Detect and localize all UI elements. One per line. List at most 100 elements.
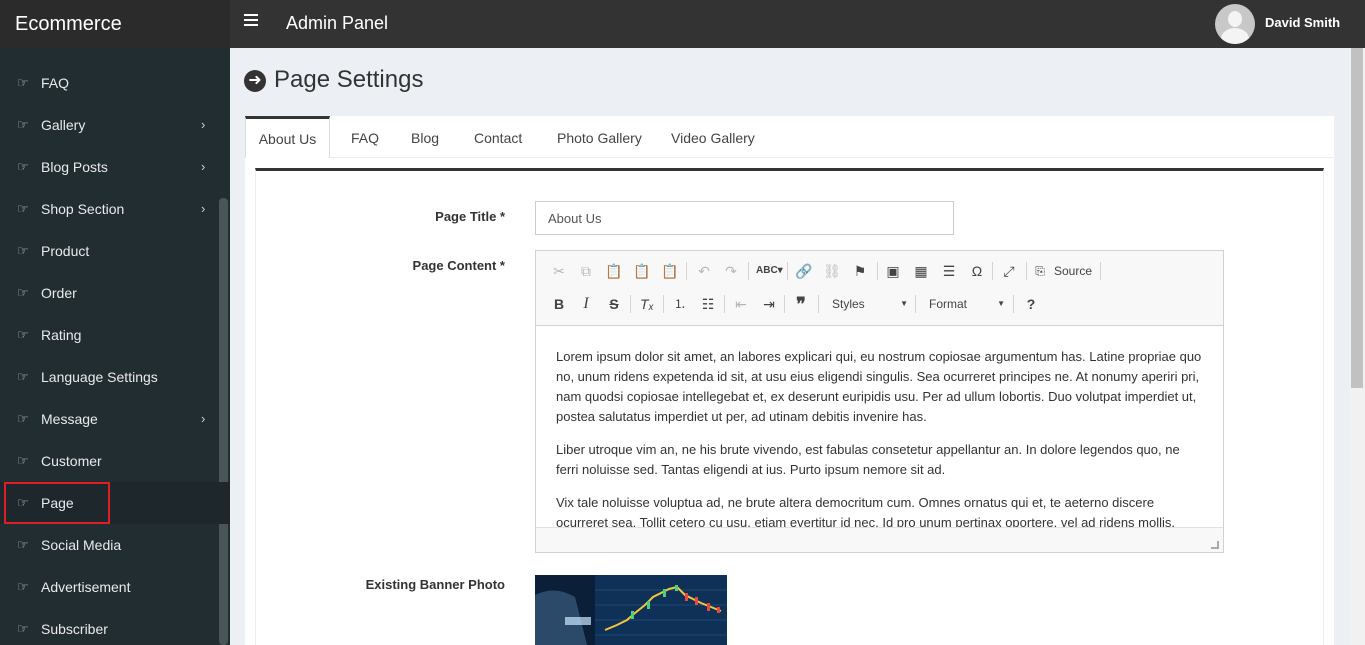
sidebar-item-rating[interactable]: ☞ Rating [0,314,230,356]
paste-text-icon[interactable]: 📋 [632,261,652,281]
sidebar-item-subscriber[interactable]: ☞ Subscriber [0,608,230,645]
paste-word-icon[interactable]: 📋 [660,261,680,281]
sidebar-item-label: Gallery [41,117,86,133]
sidebar-item-social-media[interactable]: ☞ Social Media [0,524,230,566]
sidebar-item-customer[interactable]: ☞ Customer [0,440,230,482]
sidebar-item-blog-posts[interactable]: ☞ Blog Posts › [0,146,230,188]
numbered-list-icon[interactable]: ⒈ [670,294,690,314]
editor-toolbar: ✂ ⧉ 📋 📋 📋 ↶ ↷ ABC▾ 🔗 ⛓ ⚑ ▣ ▦ ☰ Ω ⤢ ⎘ Sou… [536,251,1223,326]
styles-dropdown[interactable]: Styles ▼ [832,294,908,314]
sidebar-item-label: Rating [41,327,82,343]
italic-icon[interactable]: I [576,294,596,314]
strikethrough-icon[interactable]: S [604,294,624,314]
spellcheck-icon[interactable]: ABC▾ [756,261,783,281]
chevron-right-icon: › [201,117,206,132]
page-title-input[interactable] [535,201,954,235]
special-char-icon[interactable]: Ω [967,261,987,281]
chevron-down-icon: ▼ [997,299,1005,308]
sidebar-item-faq[interactable]: ☞ FAQ [0,62,230,104]
indent-icon[interactable]: ⇥ [759,294,779,314]
link-icon[interactable]: 🔗 [794,261,814,281]
hand-pointer-icon: ☞ [17,159,29,174]
image-icon[interactable]: ▣ [883,261,903,281]
main-scrollbar-thumb[interactable] [1351,48,1363,388]
user-avatar[interactable] [1215,4,1255,44]
horizontal-line-icon[interactable]: ☰ [939,261,959,281]
hand-pointer-icon: ☞ [17,327,29,342]
header-title: Admin Panel [286,13,389,33]
sidebar-item-language-settings[interactable]: ☞ Language Settings [0,356,230,398]
menu-toggle-icon[interactable] [244,14,258,26]
chevron-right-icon: › [201,201,206,216]
hand-pointer-icon: ☞ [17,117,29,132]
hand-pointer-icon: ☞ [17,285,29,300]
bulleted-list-icon[interactable]: ☷ [698,294,718,314]
resize-handle-icon[interactable] [1211,541,1219,549]
cut-icon[interactable]: ✂ [549,261,569,281]
banner-photo-label: Existing Banner Photo [365,577,505,592]
remove-format-icon[interactable]: Tₓ [637,294,657,314]
format-dropdown[interactable]: Format ▼ [929,294,1005,314]
outdent-icon[interactable]: ⇤ [731,294,751,314]
editor-paragraph: Lorem ipsum dolor sit amet, an labores e… [556,349,1202,424]
arrow-circle-right-icon: ➜ [244,70,266,92]
hand-pointer-icon: ☞ [17,621,29,636]
styles-dropdown-label: Styles [832,297,865,311]
bold-icon[interactable]: B [549,294,569,314]
hand-pointer-icon: ☞ [17,537,29,552]
sidebar-item-gallery[interactable]: ☞ Gallery › [0,104,230,146]
sidebar-item-label: Language Settings [41,369,158,385]
sidebar-item-label: Customer [41,453,102,469]
page-title-text: Page Settings [274,66,424,93]
copy-icon[interactable]: ⧉ [576,261,596,281]
sidebar-item-order[interactable]: ☞ Order [0,272,230,314]
anchor-flag-icon[interactable]: ⚑ [850,261,870,281]
source-icon[interactable]: ⎘ [1033,261,1047,281]
paste-icon[interactable]: 📋 [604,261,624,281]
tab-blog[interactable]: Blog [411,116,439,158]
sidebar-item-label: Order [41,285,77,301]
top-header: Ecommerce Admin Panel David Smith [0,0,1365,48]
tab-photo-gallery[interactable]: Photo Gallery [557,116,642,158]
sidebar-item-message[interactable]: ☞ Message › [0,398,230,440]
chevron-right-icon: › [201,411,206,426]
tab-faq[interactable]: FAQ [351,116,379,158]
rich-text-editor[interactable]: ✂ ⧉ 📋 📋 📋 ↶ ↷ ABC▾ 🔗 ⛓ ⚑ ▣ ▦ ☰ Ω ⤢ ⎘ Sou… [535,250,1224,553]
table-icon[interactable]: ▦ [911,261,931,281]
blockquote-icon[interactable]: ❞ [791,294,811,314]
sidebar-item-label: Product [41,243,90,259]
source-button[interactable]: Source [1054,261,1092,281]
sidebar-item-product[interactable]: ☞ Product [0,230,230,272]
page-title: ➜ Page Settings [244,66,423,94]
app-logo[interactable]: Ecommerce [0,0,230,48]
editor-paragraph: Vix tale noluisse voluptua ad, ne brute … [556,495,1175,527]
sidebar-item-label: Subscriber [41,621,108,637]
sidebar-item-label: Shop Section [41,201,125,217]
tab-bar: About Us FAQ Blog Contact Photo Gallery … [245,116,1334,158]
undo-icon[interactable]: ↶ [694,261,714,281]
redo-icon[interactable]: ↷ [721,261,741,281]
format-dropdown-label: Format [929,297,968,311]
hand-pointer-icon: ☞ [17,201,29,216]
hand-pointer-icon: ☞ [17,75,29,90]
maximize-icon[interactable]: ⤢ [999,261,1019,281]
sidebar-item-label: Social Media [41,537,122,553]
tab-video-gallery[interactable]: Video Gallery [671,116,755,158]
hand-pointer-icon: ☞ [17,453,29,468]
hand-pointer-icon: ☞ [17,243,29,258]
hand-pointer-icon: ☞ [17,369,29,384]
tab-about-us[interactable]: About Us [245,116,330,158]
hand-pointer-icon: ☞ [17,579,29,594]
sidebar-item-shop-section[interactable]: ☞ Shop Section › [0,188,230,230]
tab-contact[interactable]: Contact [474,116,522,158]
banner-photo [535,575,727,645]
sidebar-item-advertisement[interactable]: ☞ Advertisement [0,566,230,608]
sidebar-item-label: FAQ [41,75,70,91]
editor-content[interactable]: Lorem ipsum dolor sit amet, an labores e… [536,327,1223,527]
unlink-icon[interactable]: ⛓ [822,261,842,281]
help-icon[interactable]: ? [1021,294,1041,314]
sidebar-item-label: Message [41,411,98,427]
user-name[interactable]: David Smith [1265,0,1340,46]
sidebar-item-label: Blog Posts [41,159,108,175]
chevron-right-icon: › [201,159,206,174]
